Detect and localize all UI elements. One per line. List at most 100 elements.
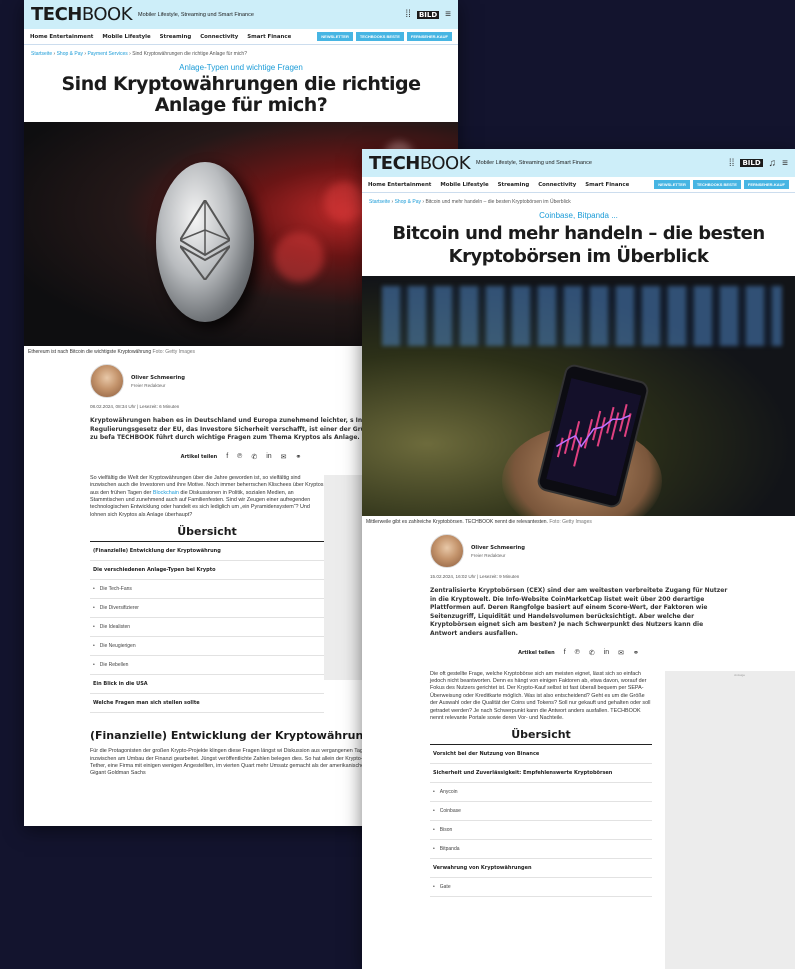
toc-item[interactable]: Vorsicht bei der Nutzung von Binance [430, 745, 652, 765]
ethereum-coin [156, 162, 254, 322]
breadcrumb-shop-pay[interactable]: Shop & Pay [57, 51, 83, 57]
article-kicker: Anlage-Typen und wichtige Fragen [179, 63, 303, 72]
toc-subitem[interactable]: Bitpanda [430, 840, 652, 860]
breadcrumb-home[interactable]: Startseite [369, 199, 390, 205]
email-icon[interactable]: ✉ [281, 453, 287, 461]
author-box: Oliver Schmeering Freier Redakteur [362, 528, 795, 568]
hero-image-trading-phone [362, 276, 795, 516]
link-icon[interactable]: ⚭ [296, 453, 302, 461]
caption-credit: Foto: Getty Images [152, 349, 196, 355]
nav-connectivity[interactable]: Connectivity [200, 34, 238, 40]
bild-badge[interactable]: BILD [416, 10, 440, 19]
nav-home-entertainment[interactable]: Home Entertainment [30, 34, 93, 40]
link-icon[interactable]: ⚭ [633, 649, 639, 657]
author-role: Freier Redakteur [471, 552, 506, 558]
article-body: Anzeige Die oft gestellte Frage, welche … [362, 670, 795, 969]
table-of-contents: Übersicht Vorsicht bei der Nutzung von B… [362, 728, 652, 898]
toc-subitem[interactable]: Die Idealisten [90, 618, 324, 638]
image-caption: Mittlerweile gibt es zahlreiche Kryptobö… [362, 516, 795, 528]
breadcrumb-current: Sind Kryptowährungen die richtige Anlage… [132, 51, 247, 57]
pinterest-icon[interactable]: ℗ [575, 649, 580, 656]
site-header: TECH BOOK Mobiler Lifestyle, Streaming u… [24, 0, 458, 29]
main-nav: Home Entertainment Mobile Lifestyle Stre… [362, 177, 795, 193]
main-nav: Home Entertainment Mobile Lifestyle Stre… [24, 29, 458, 45]
menu-icon[interactable]: ≡ [782, 158, 788, 169]
blockchain-link[interactable]: Blockchain [153, 490, 179, 496]
newsletter-button[interactable]: NEWSLETTER [654, 180, 690, 189]
toc-item[interactable]: Die verschiedenen Anlage-Typen bei Krypt… [90, 561, 324, 581]
site-header: TECH BOOK Mobiler Lifestyle, Streaming u… [362, 149, 795, 177]
whatsapp-icon[interactable]: ✆ [251, 453, 257, 461]
article-headline: Bitcoin und mehr handeln – die besten Kr… [392, 223, 765, 267]
share-label: Artikel teilen [180, 453, 218, 460]
caption-text: Ethereum ist nach Bitcoin die wichtigste… [28, 349, 152, 355]
techbooks-beste-button[interactable]: TECHBOOKS BESTE [355, 32, 404, 41]
nav-smart-finance[interactable]: Smart Finance [247, 34, 291, 40]
toc-item[interactable]: Ein Blick in die USA [90, 675, 324, 695]
toc-item[interactable]: Sicherheit und Zuverlässigkeit: Empfehle… [430, 764, 652, 784]
techbooks-beste-button[interactable]: TECHBOOKS BESTE [692, 180, 741, 189]
author-avatar[interactable] [430, 534, 464, 568]
share-label: Artikel teilen [518, 649, 555, 656]
email-icon[interactable]: ✉ [618, 649, 624, 657]
facebook-icon[interactable]: f [226, 453, 228, 460]
nav-mobile-lifestyle[interactable]: Mobile Lifestyle [102, 34, 150, 40]
ad-label: Anzeige [734, 672, 745, 677]
toc-title: Übersicht [90, 525, 324, 543]
fernseher-kauf-button[interactable]: FERNSEHER-KAUF [743, 180, 789, 189]
newsletter-button[interactable]: NEWSLETTER [317, 32, 353, 41]
article-window-kryptoboersen: TECH BOOK Mobiler Lifestyle, Streaming u… [362, 149, 795, 969]
techbook-logo[interactable]: TECH BOOK [31, 4, 138, 25]
caption-text: Mittlerweile gibt es zahlreiche Kryptobö… [366, 519, 548, 525]
nav-mobile-lifestyle[interactable]: Mobile Lifestyle [440, 182, 488, 188]
toc-subitem[interactable]: Die Rebellen [90, 656, 324, 676]
bell-icon[interactable]: ♫ [769, 158, 777, 169]
author-name[interactable]: Oliver Schmeering [131, 375, 185, 381]
toc-title: Übersicht [430, 728, 652, 746]
trading-screens [382, 286, 782, 346]
fernseher-kauf-button[interactable]: FERNSEHER-KAUF [406, 32, 452, 41]
grid-icon[interactable]: ⁞⁞ [729, 158, 735, 169]
logo-book: BOOK [81, 4, 133, 25]
facebook-icon[interactable]: f [564, 649, 566, 656]
article-lead: Zentralisierte Kryptobörsen (CEX) sind d… [430, 587, 728, 637]
breadcrumb: Startseite › Shop & Pay › Bitcoin und me… [369, 199, 571, 205]
author-avatar[interactable] [90, 364, 124, 398]
bild-badge[interactable]: BILD [740, 159, 763, 167]
author-role: Freier Redakteur [131, 382, 166, 388]
ad-placeholder: Anzeige [665, 670, 795, 969]
toc-subitem[interactable]: Bison [430, 821, 652, 841]
toc-subitem[interactable]: Die Neugierigen [90, 637, 324, 657]
body-paragraph: So vielfältig die Welt der Kryptowährung… [90, 474, 324, 518]
linkedin-icon[interactable]: in [266, 453, 271, 460]
toc-subitem[interactable]: Die Diversifizierer [90, 599, 324, 619]
breadcrumb-home[interactable]: Startseite [31, 51, 52, 57]
nav-streaming[interactable]: Streaming [160, 34, 192, 40]
site-tagline: Mobiler Lifestyle, Streaming und Smart F… [476, 160, 592, 166]
caption-credit: Foto: Getty Images [549, 519, 592, 525]
toc-item[interactable]: Verwahrung von Kryptowährungen [430, 859, 652, 879]
menu-icon[interactable]: ≡ [445, 9, 451, 20]
author-name[interactable]: Oliver Schmeering [471, 545, 525, 551]
article-meta: 15.02.2024, 16:02 Uhr | Lesezeit: 9 Minu… [430, 574, 520, 579]
body-paragraph: Die oft gestellte Frage, welche Kryptobö… [430, 670, 651, 721]
toc-subitem[interactable]: Die Tech-Fans [90, 580, 324, 600]
breadcrumb-shop-pay[interactable]: Shop & Pay [395, 199, 421, 205]
breadcrumb-payment-services[interactable]: Payment Services [87, 51, 127, 57]
pinterest-icon[interactable]: ℗ [237, 453, 242, 460]
toc-item[interactable]: (Finanzielle) Entwicklung der Kryptowähr… [90, 542, 324, 562]
logo-tech: TECH [31, 4, 82, 25]
nav-home-entertainment[interactable]: Home Entertainment [368, 182, 431, 188]
nav-connectivity[interactable]: Connectivity [538, 182, 576, 188]
toc-item[interactable]: Welche Fragen man sich stellen sollte [90, 694, 324, 714]
toc-subitem[interactable]: Gate [430, 878, 652, 898]
toc-subitem[interactable]: Anycoin [430, 783, 652, 803]
nav-streaming[interactable]: Streaming [498, 182, 530, 188]
toc-subitem[interactable]: Coinbase [430, 802, 652, 822]
linkedin-icon[interactable]: in [604, 649, 609, 656]
nav-smart-finance[interactable]: Smart Finance [585, 182, 629, 188]
techbook-logo[interactable]: TECH BOOK [369, 153, 476, 174]
grid-icon[interactable]: ⁞⁞ [405, 9, 411, 20]
whatsapp-icon[interactable]: ✆ [589, 649, 595, 657]
table-of-contents: Übersicht (Finanzielle) Entwicklung der … [24, 525, 324, 714]
